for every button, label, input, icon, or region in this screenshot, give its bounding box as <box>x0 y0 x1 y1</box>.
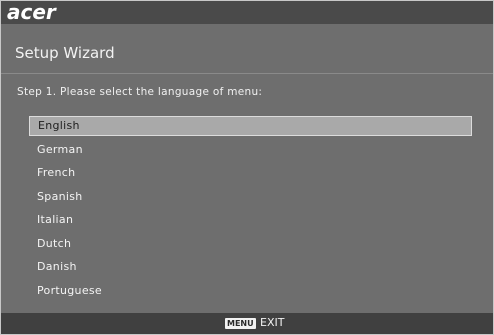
acer-logo: acer <box>7 0 56 24</box>
language-option-spanish[interactable]: Spanish <box>29 187 472 211</box>
bottom-bar: MENU EXIT <box>1 313 493 334</box>
exit-label[interactable]: EXIT <box>260 316 284 329</box>
language-list: English German French Spanish Italian Du… <box>29 116 472 304</box>
page-title: Setup Wizard <box>15 44 115 62</box>
language-option-dutch[interactable]: Dutch <box>29 234 472 258</box>
language-option-french[interactable]: French <box>29 163 472 187</box>
language-option-german[interactable]: German <box>29 140 472 164</box>
osd-window: acer Setup Wizard Step 1. Please select … <box>0 0 494 335</box>
step-instruction: Step 1. Please select the language of me… <box>17 86 263 98</box>
language-option-danish[interactable]: Danish <box>29 257 472 281</box>
title-divider <box>1 73 493 74</box>
top-bar: acer <box>1 1 493 24</box>
language-option-english[interactable]: English <box>29 116 472 136</box>
language-option-portuguese[interactable]: Portuguese <box>29 281 472 305</box>
menu-key-icon[interactable]: MENU <box>225 318 256 329</box>
language-option-italian[interactable]: Italian <box>29 210 472 234</box>
